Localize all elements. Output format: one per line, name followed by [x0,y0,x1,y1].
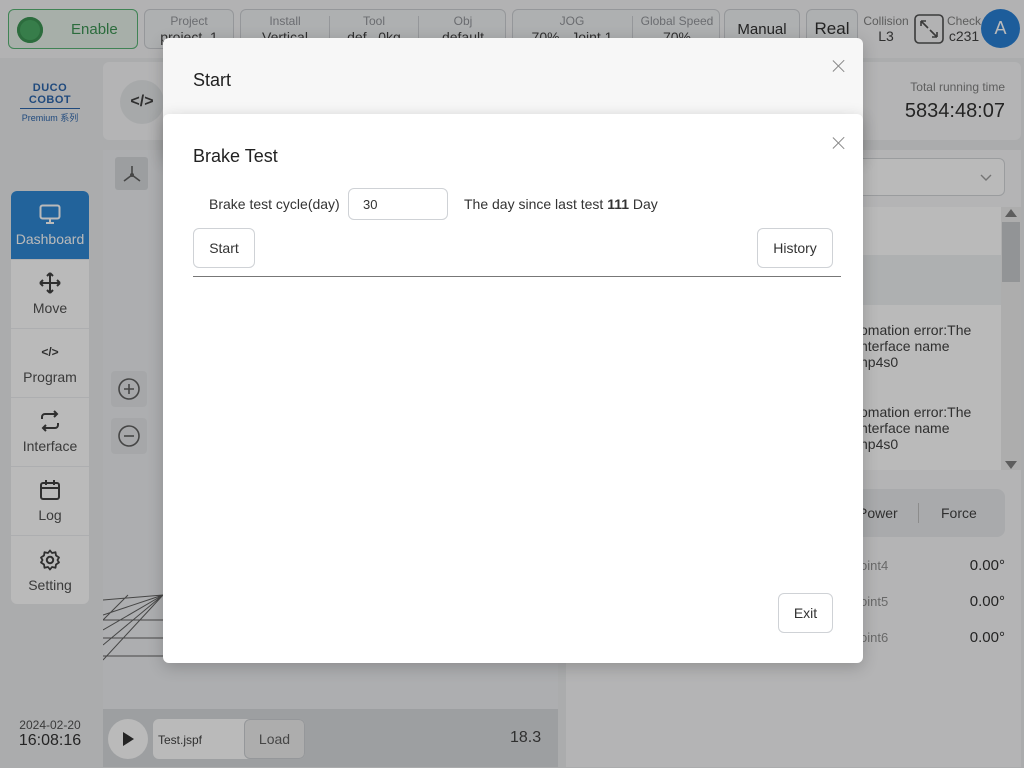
start-dialog-title: Start [193,70,232,90]
cycle-label: Brake test cycle(day) [209,196,340,212]
close-icon[interactable] [832,59,846,73]
divider [193,276,841,277]
brake-test-title: Brake Test [193,146,278,166]
history-button[interactable]: History [757,228,833,268]
start-button[interactable]: Start [193,228,255,268]
days-since-suffix: Day [632,196,658,212]
cycle-input[interactable] [348,188,448,220]
days-since-value: 111 [607,196,630,212]
days-since-text: The day since last test 111 Day [464,196,658,212]
close-icon[interactable] [832,136,846,150]
exit-button[interactable]: Exit [778,593,833,633]
days-since-prefix: The day since last test [464,196,604,212]
